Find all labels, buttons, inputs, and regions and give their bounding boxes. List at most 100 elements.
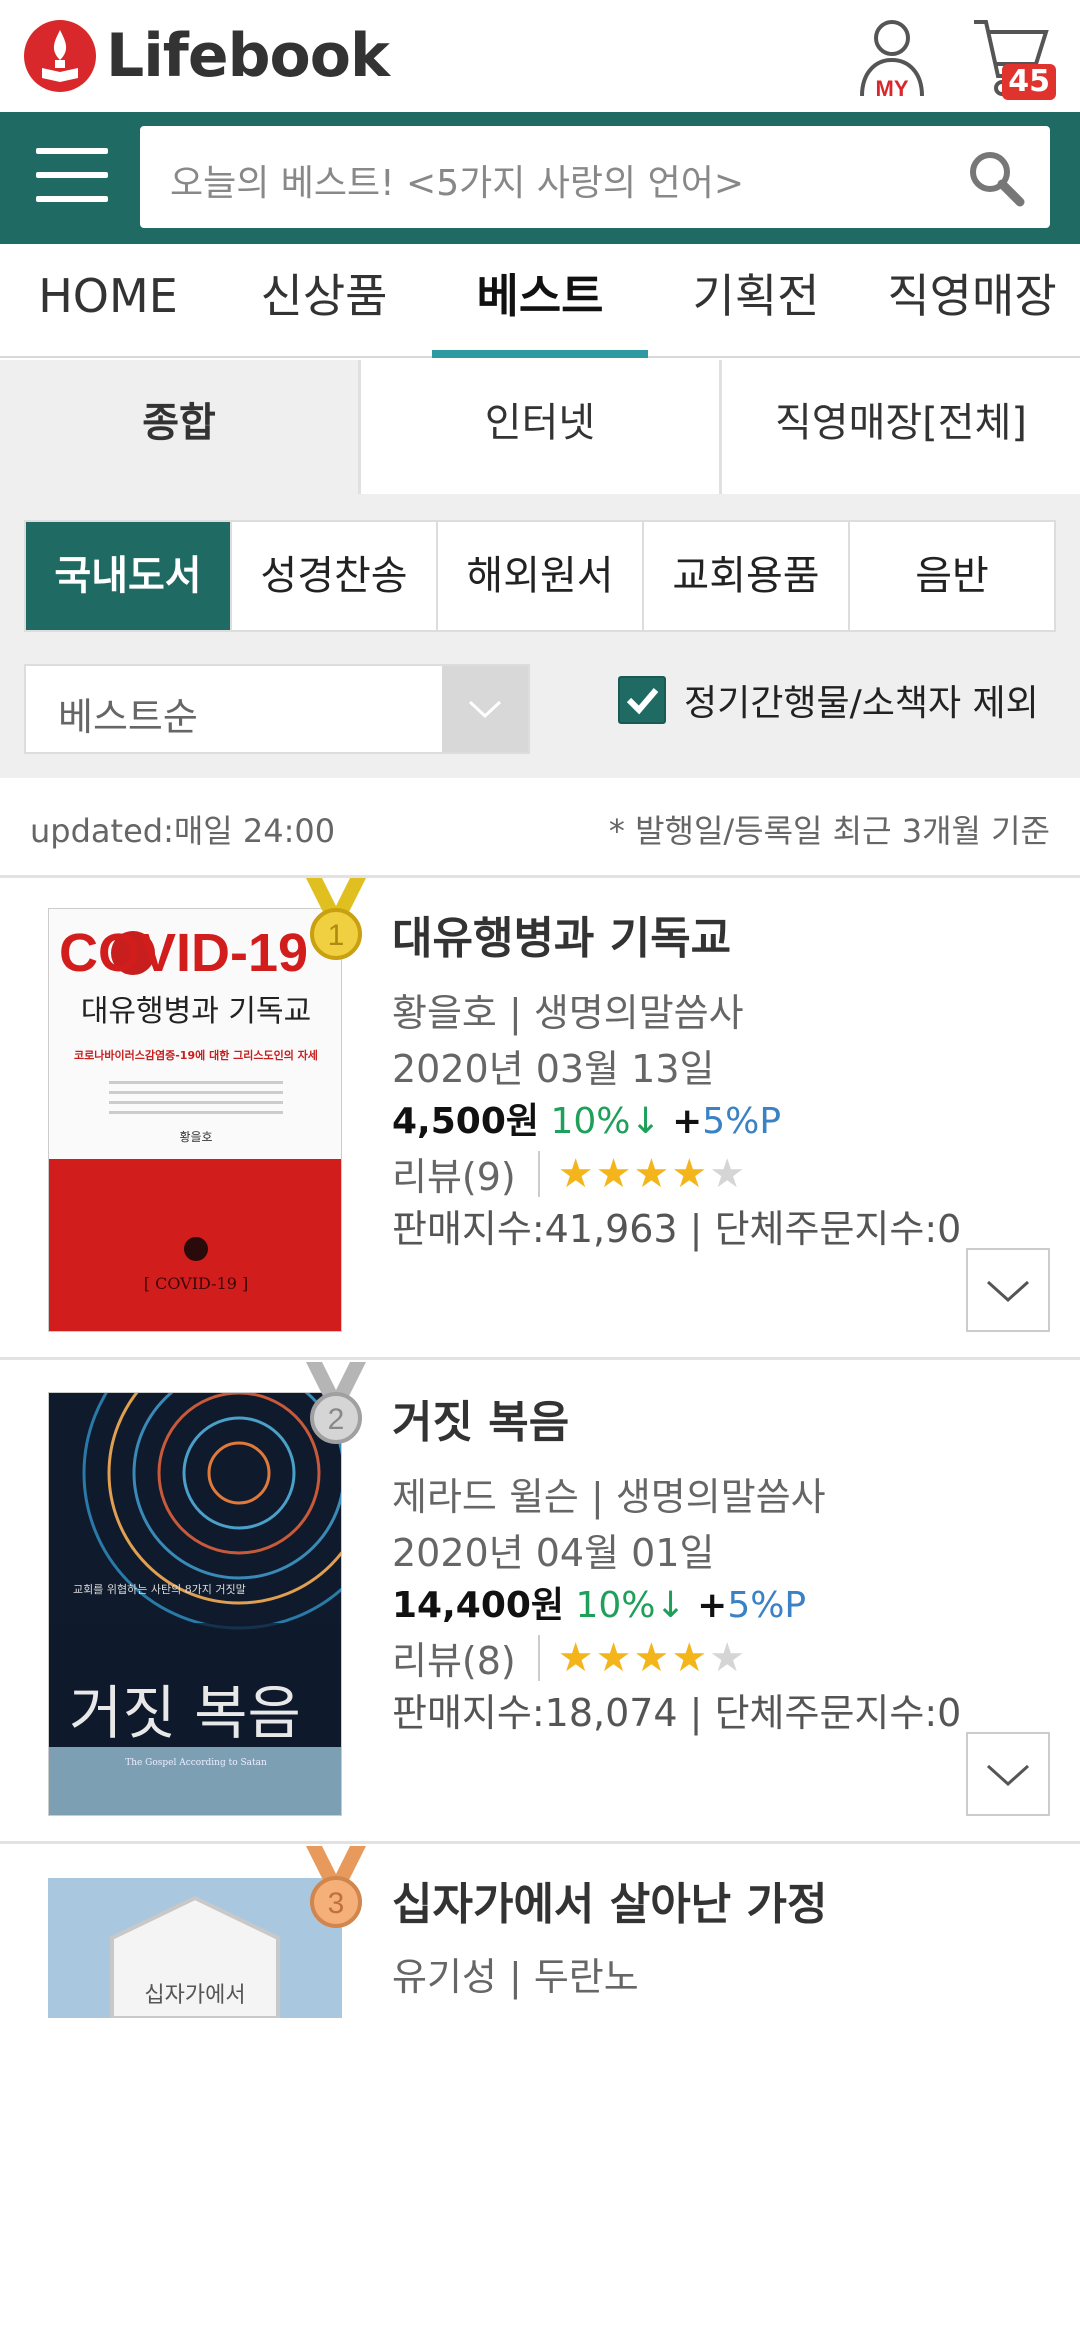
tab-exhibitions[interactable]: 기획전 [648,244,864,356]
updated-time: updated:매일 24:00 [30,812,336,850]
svg-text:십자가에서: 십자가에서 [144,1983,245,2008]
category-bible-hymns[interactable]: 성경찬송 [230,522,436,630]
svg-text:거짓 복음: 거짓 복음 [69,1679,301,1747]
tab-overall[interactable]: 종합 [0,360,358,494]
category-tabs: 국내도서 성경찬송 해외원서 교회용품 음반 [24,520,1056,632]
star-rating: ★★★★★ [537,1634,748,1681]
point-rate: 5%P [702,1101,782,1142]
sales-index: 판매지수:41,963 | 단체주문지수:0 [392,1207,962,1251]
svg-text:3: 3 [328,1887,345,1920]
logo-mark-icon [24,20,96,92]
main-nav: HOME 신상품 베스트 기획전 직영매장 [0,244,1080,358]
category-church-supplies[interactable]: 교회용품 [642,522,848,630]
star-icon: ★ [671,1634,710,1681]
ranking-basis-note: * 발행일/등록일 최근 3개월 기준 [608,812,1050,850]
book-title[interactable]: 십자가에서 살아난 가정 [392,1868,827,1932]
exclude-periodicals-label: 정기간행물/소책자 제외 [684,683,1039,724]
price: 14,400원 [392,1585,565,1626]
search-icon[interactable] [966,148,1026,208]
star-icon: ★ [633,1150,672,1197]
author-publisher: 제라드 윌슨 | 생명의말씀사 [392,1475,826,1519]
tab-best[interactable]: 베스트 [432,244,648,358]
cart-count-badge: 45 [1002,64,1056,100]
tab-direct-store-all[interactable]: 직영매장[전체] [719,360,1080,494]
publish-date: 2020년 03월 13일 [392,1047,715,1091]
exclude-periodicals-checkbox[interactable] [618,676,666,724]
review-row: 리뷰(8) ★★★★★ [392,1630,747,1685]
point-rate: 5%P [727,1585,807,1626]
price-line: 4,500원 10%↓ +5%P [392,1092,781,1144]
list-item[interactable]: 교회를 위협하는 사탄의 8가지 거짓말 거짓 복음 The Gospel Ac… [0,1362,1080,1844]
list-item[interactable]: COVID-19 대유행병과 기독교 코로나바이러스감염증-19에 대한 그리스… [0,878,1080,1360]
category-domestic-books[interactable]: 국내도서 [26,522,230,630]
star-rating: ★★★★★ [537,1150,748,1197]
book-cover-image[interactable]: 교회를 위협하는 사탄의 8가지 거짓말 거짓 복음 The Gospel Ac… [48,1392,342,1816]
list-item[interactable]: 십자가에서 3 십자가에서 살아난 가정 유기성 | 두란노 [0,1846,1080,2328]
price: 4,500원 [392,1101,539,1142]
svg-text:2: 2 [328,1403,345,1436]
svg-text:COVID-19: COVID-19 [59,923,308,983]
search-input[interactable]: 오늘의 베스트! <5가지 사랑의 언어> [140,126,1050,228]
logo-text: Lifebook [106,21,390,91]
svg-text:교회를 위협하는 사탄의 8가지 거짓말: 교회를 위협하는 사탄의 8가지 거짓말 [73,1582,246,1596]
svg-text:대유행병과 기독교: 대유행병과 기독교 [81,994,311,1029]
category-albums[interactable]: 음반 [848,522,1054,630]
tab-internet[interactable]: 인터넷 [358,360,719,494]
cart-button[interactable]: 45 [970,16,1060,100]
category-foreign-books[interactable]: 해외원서 [436,522,642,630]
book-cover-image[interactable]: COVID-19 대유행병과 기독교 코로나바이러스감염증-19에 대한 그리스… [48,908,342,1332]
bronze-medal-icon: 3 [296,1846,376,1934]
svg-text:MY: MY [876,76,909,100]
star-empty-icon: ★ [709,1634,748,1681]
chevron-down-icon [986,1280,1030,1303]
point-prefix: + [697,1585,728,1626]
user-icon: MY [860,20,924,101]
star-icon: ★ [557,1634,596,1681]
info-row: updated:매일 24:00 * 발행일/등록일 최근 3개월 기준 [0,778,1080,878]
expand-button[interactable] [966,1248,1050,1332]
price-line: 14,400원 10%↓ +5%P [392,1576,806,1628]
expand-button[interactable] [966,1732,1050,1816]
tab-direct-stores[interactable]: 직영매장 [864,244,1080,356]
sort-selected-value: 베스트순 [58,695,198,739]
review-row: 리뷰(9) ★★★★★ [392,1146,747,1201]
review-count[interactable]: 리뷰(8) [392,1630,516,1685]
search-bar: 오늘의 베스트! <5가지 사랑의 언어> [0,112,1080,244]
exclude-periodicals-filter[interactable]: 정기간행물/소책자 제외 [618,674,1039,726]
svg-text:코로나바이러스감염증-19에 대한 그리스도인의 자세: 코로나바이러스감염증-19에 대한 그리스도인의 자세 [74,1048,318,1062]
checkmark-icon [626,688,659,715]
gold-medal-icon: 1 [296,878,376,966]
lifebook-logo[interactable]: Lifebook [24,20,390,92]
review-count[interactable]: 리뷰(9) [392,1146,516,1201]
tab-new-products[interactable]: 신상품 [216,244,432,356]
silver-medal-icon: 2 [296,1362,376,1450]
chevron-down-icon[interactable] [442,666,528,752]
sales-index: 판매지수:18,074 | 단체주문지수:0 [392,1691,962,1735]
svg-text:The Gospel According to Satan: The Gospel According to Satan [125,1758,267,1768]
star-icon: ★ [633,1634,672,1681]
discount: 10%↓ [575,1585,686,1626]
author-publisher: 황을호 | 생명의말씀사 [392,991,744,1035]
book-title[interactable]: 대유행병과 기독교 [392,902,731,966]
tab-home[interactable]: HOME [0,244,216,356]
star-empty-icon: ★ [709,1150,748,1197]
point-prefix: + [672,1101,703,1142]
book-title[interactable]: 거짓 복음 [392,1386,569,1450]
svg-text:1: 1 [328,919,345,952]
star-icon: ★ [595,1150,634,1197]
hamburger-menu-icon[interactable] [36,148,108,208]
top-bar: Lifebook MY 45 [0,0,1080,112]
star-icon: ★ [595,1634,634,1681]
my-page-button[interactable]: MY [856,16,928,101]
publish-date: 2020년 04월 01일 [392,1531,715,1575]
star-icon: ★ [671,1150,710,1197]
author-publisher: 유기성 | 두란노 [392,1955,639,1999]
svg-text:황을호: 황을호 [179,1130,212,1144]
ranking-scope-tabs: 종합 인터넷 직영매장[전체] [0,360,1080,494]
sort-select[interactable]: 베스트순 [24,664,530,754]
search-placeholder: 오늘의 베스트! <5가지 사랑의 언어> [170,163,744,204]
svg-text:[ COVID-19 ]: [ COVID-19 ] [144,1274,249,1293]
discount: 10%↓ [550,1101,661,1142]
chevron-down-icon [986,1764,1030,1787]
filter-area: 국내도서 성경찬송 해외원서 교회용품 음반 베스트순 정기간행물/소책자 제외 [0,494,1080,778]
